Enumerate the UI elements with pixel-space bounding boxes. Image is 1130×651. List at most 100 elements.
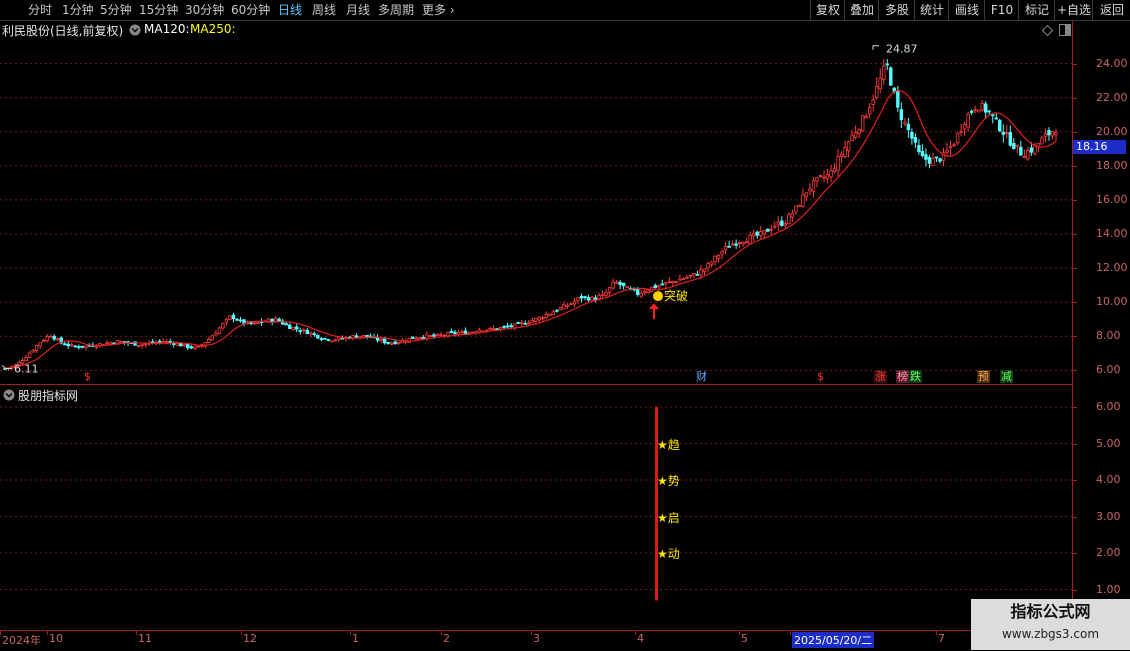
event-badge[interactable]: 减 (1000, 370, 1013, 383)
star-label: 启 (667, 510, 680, 525)
overlay-button[interactable]: 叠加 (844, 0, 879, 20)
indicator-tick: 2.00 (1096, 546, 1121, 559)
candle-body (365, 334, 369, 337)
candle-body (625, 286, 629, 289)
date-label: 2024年 (2, 634, 41, 647)
period-60min[interactable]: 60分钟 (231, 2, 270, 18)
candle-body (976, 109, 981, 113)
candle-body (804, 192, 809, 197)
event-badge[interactable]: 跌 (909, 370, 922, 383)
multi-stock-button[interactable]: 多股 (878, 0, 915, 20)
tick-mark (1073, 336, 1077, 338)
candle-body (418, 337, 422, 340)
period-more[interactable]: 更多 › (422, 2, 455, 18)
collapse-icon[interactable] (129, 24, 141, 36)
period-30min[interactable]: 30分钟 (185, 2, 224, 18)
stats-button[interactable]: 统计 (914, 0, 949, 20)
high-marker (872, 45, 879, 50)
mark-button[interactable]: 标记 (1018, 0, 1055, 20)
draw-line-button[interactable]: 画线 (948, 0, 985, 20)
candle-body (277, 318, 281, 322)
candle-body (45, 336, 49, 342)
candle-body (671, 280, 675, 284)
period-1min[interactable]: 1分钟 (62, 2, 94, 18)
candle-body (302, 329, 306, 332)
candle-body (903, 121, 907, 124)
add-watchlist-button[interactable]: +自选 (1054, 0, 1093, 20)
candle-body (962, 123, 967, 130)
candle-body (1015, 144, 1020, 147)
candle-body (24, 357, 28, 362)
candle-body (495, 328, 499, 331)
candle-body (231, 314, 236, 320)
event-badge[interactable]: 预 (977, 370, 990, 383)
candle-body (186, 343, 190, 349)
candle-body (319, 338, 324, 341)
period-fenshi[interactable]: 分时 (28, 2, 52, 18)
candle-body (1001, 131, 1005, 135)
price-axis (1072, 21, 1130, 629)
candle-body (987, 110, 991, 113)
candle-body (396, 342, 401, 344)
event-badge[interactable]: 财 (695, 370, 708, 383)
candle-body (723, 246, 728, 251)
period-monthly[interactable]: 月线 (346, 2, 370, 18)
event-badge[interactable]: $ (83, 370, 92, 383)
candle-body (794, 205, 798, 213)
candle-body (143, 343, 148, 346)
event-badge[interactable]: 涨 (874, 370, 887, 383)
tick-mark (1073, 302, 1077, 304)
candle-body (252, 322, 257, 325)
candlestick-chart[interactable]: 24.87 6.11 突破 (0, 38, 1072, 384)
candle-body (643, 291, 647, 294)
candle-body (920, 150, 925, 156)
candle-body (787, 214, 791, 225)
price-tick: 8.00 (1096, 329, 1121, 343)
back-button[interactable]: 返回 (1092, 0, 1130, 20)
indicator-chart[interactable] (0, 385, 1072, 630)
period-15min[interactable]: 15分钟 (139, 2, 178, 18)
indicator-tick: 6.00 (1096, 400, 1121, 413)
x-tick-mark (0, 630, 1, 635)
candle-body (618, 281, 622, 286)
candle-body (871, 99, 875, 106)
candle-body (808, 188, 812, 192)
tick-mark (1073, 268, 1077, 270)
period-daily[interactable]: 日线 (278, 2, 302, 18)
x-tick-mark (47, 630, 48, 635)
signal-star: ★趋 (657, 436, 680, 453)
restore-rights-button[interactable]: 复权 (810, 0, 845, 20)
price-tick: 6.00 (1096, 363, 1121, 377)
date-label: 12 (243, 632, 257, 645)
candle-body (938, 158, 942, 162)
diamond-icon[interactable] (1042, 25, 1053, 36)
candle-body (270, 318, 274, 322)
candle-body (527, 322, 531, 325)
date-label: 5 (741, 632, 748, 645)
tick-mark (1073, 97, 1077, 99)
candle-body (48, 335, 53, 338)
event-badge[interactable]: 榜 (896, 370, 909, 383)
candle-body (994, 117, 998, 120)
star-icon: ★ (657, 437, 668, 452)
candle-body (291, 326, 295, 331)
candle-body (98, 343, 102, 346)
window-icon[interactable] (1059, 24, 1071, 36)
candle-body (597, 295, 601, 300)
candle-body (217, 327, 222, 335)
watermark-title: 指标公式网 (1010, 602, 1091, 621)
candle-body (516, 322, 520, 324)
period-weekly[interactable]: 周线 (312, 2, 336, 18)
period-multi[interactable]: 多周期 (378, 2, 414, 18)
f10-button[interactable]: F10 (984, 0, 1019, 20)
date-label: 1 (352, 632, 359, 645)
tick-mark (1073, 516, 1077, 518)
candle-body (1008, 132, 1013, 146)
candle-body (797, 204, 802, 207)
event-badge[interactable]: $ (816, 370, 825, 383)
candle-body (839, 153, 844, 157)
high-label: 24.87 (886, 43, 918, 56)
candle-body (488, 327, 492, 330)
candle-body (730, 243, 735, 246)
period-5min[interactable]: 5分钟 (100, 2, 132, 18)
